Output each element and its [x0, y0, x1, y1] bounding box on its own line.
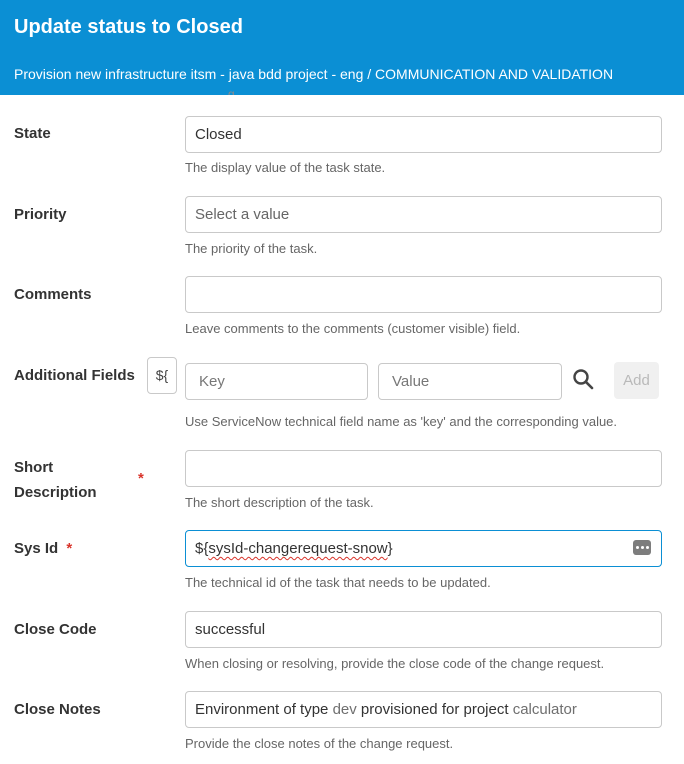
close-notes-label: Close Notes — [14, 701, 101, 718]
close-notes-text-2: provisioned for project — [356, 701, 513, 718]
short-description-input[interactable] — [185, 450, 662, 487]
comments-input[interactable] — [185, 276, 662, 313]
short-description-label-line2: Description — [14, 484, 97, 501]
close-code-help: When closing or resolving, provide the c… — [185, 656, 605, 671]
priority-select[interactable]: Select a value — [185, 196, 662, 233]
required-marker: * — [66, 540, 73, 557]
sys-id-label: Sys Id * — [14, 540, 72, 557]
sys-id-value-prefix: ${ — [195, 540, 209, 557]
priority-label: Priority — [14, 206, 67, 223]
close-code-input[interactable]: successful — [185, 611, 662, 648]
additional-fields-help: Use ServiceNow technical field name as '… — [185, 414, 618, 429]
required-marker: * — [138, 470, 144, 487]
sys-id-input[interactable]: ${sysId-changerequest-snow} — [185, 530, 662, 567]
sys-id-label-text: Sys Id — [14, 540, 59, 557]
short-description-label-line1: Short — [14, 459, 54, 476]
more-options-icon[interactable] — [633, 540, 651, 555]
state-input[interactable]: Closed — [185, 116, 662, 153]
dialog-header: Update status to Closed Provision new in… — [0, 0, 684, 95]
breadcrumb: Provision new infrastructure itsm - java… — [14, 66, 614, 82]
comments-label: Comments — [14, 286, 92, 303]
close-notes-help: Provide the close notes of the change re… — [185, 736, 454, 751]
sys-id-value-variable: sysId-changerequest-snow — [208, 540, 388, 557]
state-help: The display value of the task state. — [185, 160, 386, 175]
value-input[interactable]: Value — [378, 363, 562, 400]
comments-help: Leave comments to the comments (customer… — [185, 321, 521, 336]
scrolled-text-fragment: g — [228, 87, 235, 95]
dialog-title: Update status to Closed — [14, 16, 243, 38]
state-label: State — [14, 125, 51, 142]
close-notes-input[interactable]: Environment of type dev provisioned for … — [185, 691, 662, 728]
sys-id-value-suffix: } — [387, 540, 393, 557]
short-description-help: The short description of the task. — [185, 495, 374, 510]
priority-help: The priority of the task. — [185, 241, 318, 256]
close-notes-variable-project: calculator — [512, 701, 577, 718]
add-field-button[interactable]: Add — [614, 362, 659, 399]
search-icon[interactable] — [571, 368, 595, 392]
additional-fields-label: Additional Fields — [14, 367, 135, 384]
close-code-label: Close Code — [14, 621, 97, 638]
close-notes-text-1: Environment of type — [195, 701, 333, 718]
variable-picker-button[interactable]: ${ — [147, 357, 177, 394]
key-input[interactable]: Key — [185, 363, 368, 400]
sys-id-help: The technical id of the task that needs … — [185, 575, 491, 590]
close-notes-variable-env: dev — [332, 701, 357, 718]
